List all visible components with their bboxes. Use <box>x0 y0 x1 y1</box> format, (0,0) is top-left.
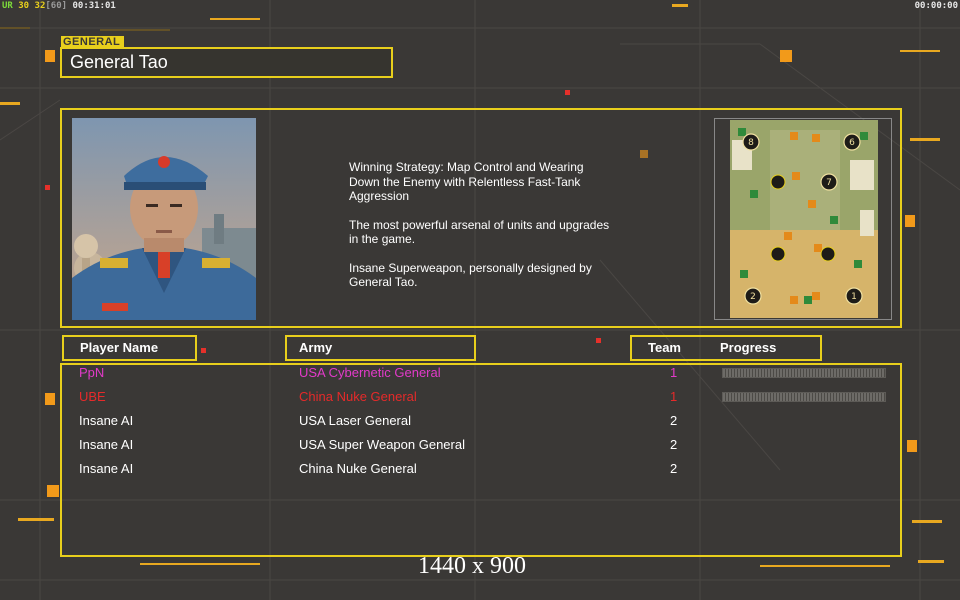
player-name: PpN <box>79 365 105 380</box>
table-row[interactable]: UBE China Nuke General 1 <box>62 385 898 409</box>
load-progress-bar <box>722 368 886 378</box>
general-tao-portrait <box>72 118 256 320</box>
player-name: Insane AI <box>79 461 134 476</box>
player-name: UBE <box>79 389 106 404</box>
hud-fps-cap: [60] <box>45 1 68 11</box>
header-team: Team <box>648 340 681 355</box>
player-army: China Nuke General <box>299 389 417 404</box>
header-progress: Progress <box>720 340 777 355</box>
player-army: USA Super Weapon General <box>299 437 465 452</box>
table-row[interactable]: PpN USA Cybernetic General 1 <box>62 361 898 385</box>
player-army: China Nuke General <box>299 461 417 476</box>
load-progress-bar <box>722 392 886 402</box>
player-team: 1 <box>670 389 678 404</box>
start-label-2: 2 <box>750 292 756 302</box>
resolution-label: 1440 x 900 <box>418 553 526 579</box>
start-label-8: 8 <box>748 138 754 148</box>
player-team: 2 <box>670 413 678 428</box>
description-strategy: Winning Strategy: Map Control and Wearin… <box>349 160 584 203</box>
table-row[interactable]: Insane AI USA Super Weapon General 2 <box>62 433 898 457</box>
description-arsenal: The most powerful arsenal of units and u… <box>349 217 610 247</box>
player-team: 2 <box>670 437 678 452</box>
hud-fps-a: 30 <box>18 1 30 11</box>
hud-clock: 00:31:01 <box>72 1 116 11</box>
player-name: Insane AI <box>79 437 134 452</box>
minimap-icon: 8 6 7 2 1 <box>730 120 878 318</box>
player-team: 1 <box>670 365 678 380</box>
player-team: 2 <box>670 461 678 476</box>
player-army: USA Laser General <box>299 413 412 428</box>
start-label-6: 6 <box>849 138 855 148</box>
start-label-7: 7 <box>826 178 832 188</box>
start-label-1: 1 <box>851 292 857 302</box>
table-row[interactable]: Insane AI USA Laser General 2 <box>62 409 898 433</box>
description-superweapon: Insane Superweapon, personally designed … <box>349 260 592 290</box>
header-player-name: Player Name <box>62 335 197 361</box>
hud-ur: UR <box>2 1 13 11</box>
fps-counter: UR 30 32[60] 00:31:01 <box>2 1 116 11</box>
hud-timer: 00:00:00 <box>914 1 958 11</box>
player-army: USA Cybernetic General <box>299 365 441 380</box>
general-name: General Tao <box>60 47 393 78</box>
general-description: Winning Strategy: Map Control and Wearin… <box>349 160 639 304</box>
hud-fps-b: 32 <box>34 1 46 11</box>
table-row[interactable]: Insane AI China Nuke General 2 <box>62 457 898 481</box>
header-army: Army <box>285 335 476 361</box>
player-name: Insane AI <box>79 413 134 428</box>
header-team-progress: Team Progress <box>630 335 822 361</box>
